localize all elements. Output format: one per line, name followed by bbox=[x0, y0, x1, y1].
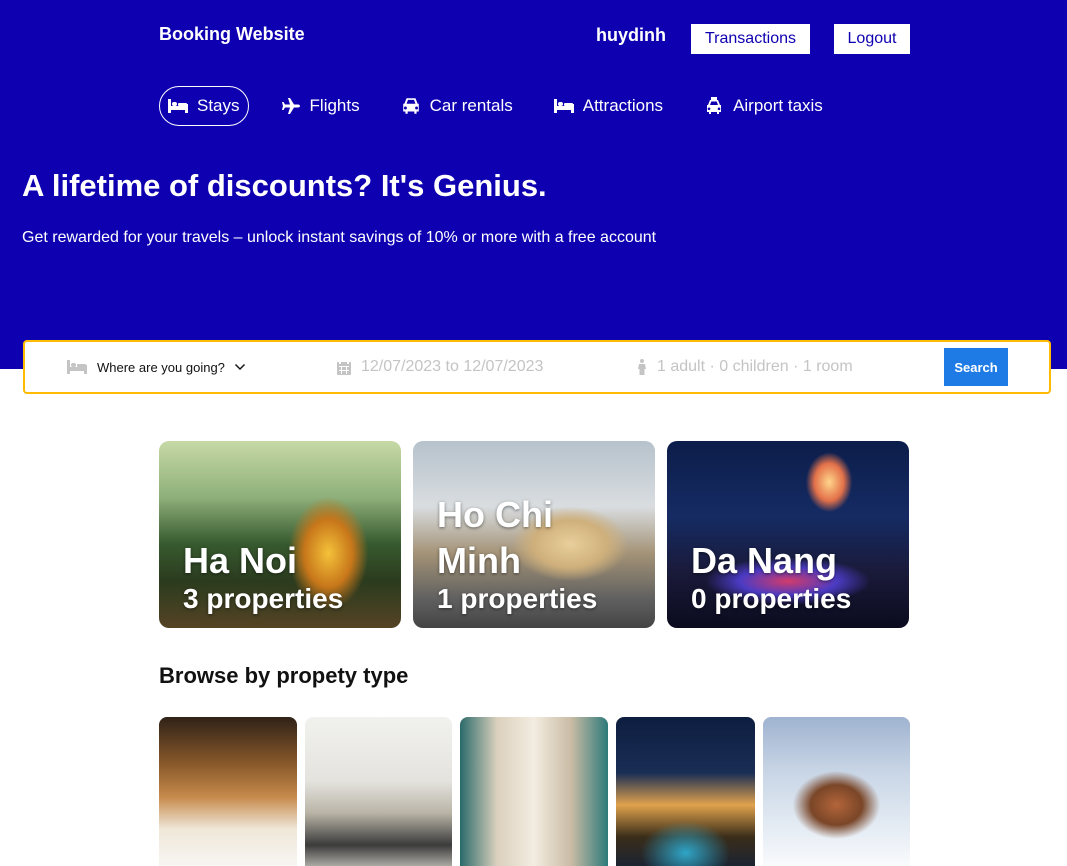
city-text: Ha Noi 3 properties bbox=[183, 538, 343, 614]
property-type-resorts[interactable] bbox=[460, 717, 608, 866]
nav-tabs: Stays Flights Car rentals Attractions Ai… bbox=[159, 86, 855, 126]
city-name: Da Nang bbox=[691, 540, 838, 581]
transactions-button[interactable]: Transactions bbox=[691, 24, 810, 54]
tab-car-rentals[interactable]: Car rentals bbox=[392, 86, 522, 126]
tab-label: Stays bbox=[197, 96, 240, 115]
property-type-cabins[interactable] bbox=[763, 717, 910, 866]
property-types-list bbox=[159, 717, 910, 866]
bed-icon bbox=[553, 99, 574, 113]
bed-icon bbox=[67, 360, 87, 374]
city-property-count: 1 properties bbox=[437, 583, 598, 614]
tab-label: Attractions bbox=[582, 96, 664, 115]
destination-label: Where are you going? bbox=[97, 359, 225, 375]
bed-icon bbox=[168, 99, 188, 113]
city-card-danang[interactable]: Da Nang 0 properties bbox=[667, 441, 909, 628]
city-name: Ha Noi bbox=[183, 540, 298, 581]
date-range-picker[interactable]: 12/07/2023 to 12/07/2023 bbox=[337, 342, 543, 392]
city-property-count: 0 properties bbox=[691, 583, 852, 614]
username: huydinh bbox=[596, 25, 666, 45]
hero-headline: A lifetime of discounts? It's Genius. bbox=[22, 168, 547, 203]
city-card-hochiminh[interactable]: Ho Chi Minh 1 properties bbox=[413, 441, 655, 628]
city-text: Da Nang 0 properties bbox=[691, 538, 851, 614]
guests-selector[interactable]: 1 adult · 0 children · 1 room bbox=[637, 342, 853, 392]
property-type-hotels[interactable] bbox=[159, 717, 297, 866]
city-name: Ho Chi Minh bbox=[437, 494, 553, 581]
tab-attractions[interactable]: Attractions bbox=[545, 86, 672, 126]
city-text: Ho Chi Minh 1 properties bbox=[437, 492, 597, 614]
featured-cities: Ha Noi 3 properties Ho Chi Minh 1 proper… bbox=[159, 441, 910, 628]
property-type-apartments[interactable] bbox=[305, 717, 452, 866]
property-types-title: Browse by propety type bbox=[159, 663, 409, 688]
person-icon bbox=[638, 359, 646, 375]
city-card-hanoi[interactable]: Ha Noi 3 properties bbox=[159, 441, 401, 628]
car-icon bbox=[402, 98, 419, 114]
destination-select[interactable]: Where are you going? bbox=[67, 342, 245, 392]
calendar-icon bbox=[337, 359, 351, 375]
property-type-villas[interactable] bbox=[616, 717, 755, 866]
tab-stays[interactable]: Stays bbox=[159, 86, 249, 126]
search-button[interactable]: Search bbox=[944, 348, 1008, 386]
city-property-count: 3 properties bbox=[183, 583, 344, 614]
brand-logo[interactable]: Booking Website bbox=[159, 24, 305, 45]
search-bar: Where are you going? 12/07/2023 to 12/07… bbox=[23, 340, 1051, 394]
plane-icon bbox=[281, 98, 300, 114]
tab-label: Flights bbox=[309, 96, 360, 115]
guests-text: 1 adult · 0 children · 1 room bbox=[657, 358, 853, 375]
date-range-text: 12/07/2023 to 12/07/2023 bbox=[361, 358, 544, 375]
chevron-down-icon bbox=[234, 364, 245, 370]
tab-airport-taxis[interactable]: Airport taxis bbox=[695, 86, 832, 126]
tab-flights[interactable]: Flights bbox=[272, 86, 369, 126]
tab-label: Airport taxis bbox=[733, 96, 823, 115]
tab-label: Car rentals bbox=[429, 96, 513, 115]
taxi-icon bbox=[707, 97, 722, 114]
hero-subline: Get rewarded for your travels – unlock i… bbox=[22, 229, 657, 246]
logout-button[interactable]: Logout bbox=[834, 24, 910, 54]
